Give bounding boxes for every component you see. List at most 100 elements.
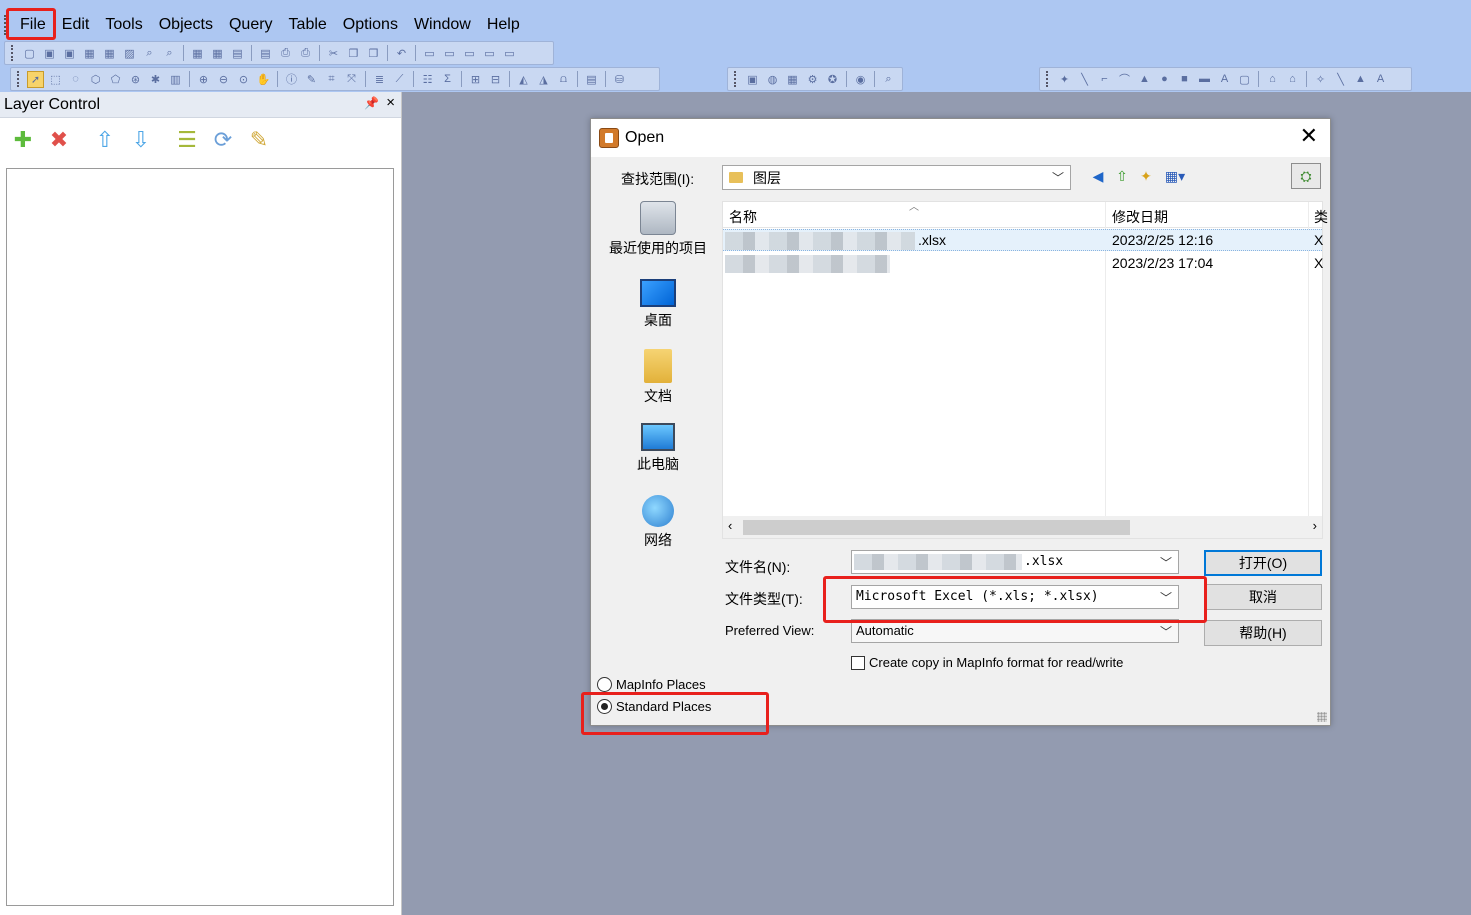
toolbar-grip[interactable]: [734, 71, 738, 87]
place-documents[interactable]: 文档: [599, 349, 717, 406]
file-row[interactable]: .xlsx 2023/2/25 12:16 X: [723, 229, 1323, 251]
rectangle-tool-icon[interactable]: ■: [1176, 71, 1193, 88]
column-name[interactable]: 名称: [729, 207, 757, 227]
add-layer-icon[interactable]: ✚: [8, 125, 38, 155]
cross-section-icon[interactable]: ⩍: [555, 71, 572, 88]
text-tool-icon[interactable]: A: [1216, 71, 1233, 88]
tool-manager-icon[interactable]: ▣: [744, 71, 761, 88]
tool-settings-icon[interactable]: ✪: [824, 71, 841, 88]
copy-icon[interactable]: ❐: [345, 45, 362, 62]
scroll-right-icon[interactable]: ›: [1313, 518, 1317, 533]
add-node-icon[interactable]: ⌂: [1284, 71, 1301, 88]
ellipse-tool-icon[interactable]: ●: [1156, 71, 1173, 88]
hotlink-icon[interactable]: ⌗: [323, 71, 340, 88]
layer-list[interactable]: [6, 168, 394, 906]
new-graph-icon[interactable]: ▭: [461, 45, 478, 62]
polygon-select-icon[interactable]: ⬡: [87, 71, 104, 88]
universal-translator-icon[interactable]: ◍: [764, 71, 781, 88]
view-menu-icon[interactable]: ▦▾: [1161, 167, 1189, 185]
new-mapper-icon[interactable]: ▭: [441, 45, 458, 62]
polyline-tool-icon[interactable]: ⌐: [1096, 71, 1113, 88]
menu-table[interactable]: Table: [281, 11, 335, 39]
change-view-icon[interactable]: ⊙: [235, 71, 252, 88]
show-legend-icon[interactable]: ☷: [419, 71, 436, 88]
reorder-icon[interactable]: ⟳: [208, 125, 238, 155]
menu-tools[interactable]: Tools: [97, 11, 150, 39]
create-copy-checkbox[interactable]: [851, 655, 865, 670]
back-icon[interactable]: ◀: [1089, 167, 1107, 185]
zoom-out-icon[interactable]: ⊖: [215, 71, 232, 88]
open-icon[interactable]: ▣: [41, 45, 58, 62]
menu-help[interactable]: Help: [479, 11, 528, 39]
file-row[interactable]: 2023/2/23 17:04 X: [723, 253, 1323, 275]
new-browser-icon[interactable]: ▭: [421, 45, 438, 62]
move-down-icon[interactable]: ⇩: [126, 125, 156, 155]
paste-icon[interactable]: ❐: [365, 45, 382, 62]
graph-select-icon[interactable]: ▥: [167, 71, 184, 88]
pin-icon[interactable]: 📌: [364, 96, 379, 110]
find-icon[interactable]: ⌕: [141, 45, 158, 62]
run-tool-icon[interactable]: ▦: [784, 71, 801, 88]
menu-query[interactable]: Query: [221, 11, 281, 39]
place-this-pc[interactable]: 此电脑: [599, 423, 717, 474]
scroll-left-icon[interactable]: ‹: [728, 518, 732, 533]
cut-icon[interactable]: ✂: [325, 45, 342, 62]
menu-objects[interactable]: Objects: [151, 11, 221, 39]
close-table-icon[interactable]: ▨: [121, 45, 138, 62]
arc-tool-icon[interactable]: ⌒: [1116, 71, 1133, 88]
statistics-icon[interactable]: Σ: [439, 71, 456, 88]
cancel-button[interactable]: 取消: [1204, 584, 1322, 610]
save-icon[interactable]: ▦: [189, 45, 206, 62]
create-copy-option[interactable]: Create copy in MapInfo format for read/w…: [851, 655, 1123, 670]
file-list[interactable]: ︿ 名称 修改日期 类 .xlsx 2023/2/25 12:16 X 2023…: [722, 201, 1328, 539]
new-folder-icon[interactable]: ✦: [1137, 167, 1155, 185]
radius-select-icon[interactable]: ◌: [67, 71, 84, 88]
drag-map-icon[interactable]: ⤧: [343, 71, 360, 88]
place-network[interactable]: 网络: [599, 495, 717, 550]
invert-selection-icon[interactable]: ⊛: [127, 71, 144, 88]
toolbar-grip[interactable]: [11, 45, 15, 61]
table-info-icon[interactable]: ▤: [583, 71, 600, 88]
symbol-style-icon[interactable]: ✧: [1312, 71, 1329, 88]
open-workspace-icon[interactable]: ▣: [61, 45, 78, 62]
close-icon[interactable]: ×: [386, 94, 395, 111]
menu-window[interactable]: Window: [406, 11, 479, 39]
label-tool-icon[interactable]: ✎: [303, 71, 320, 88]
close-icon[interactable]: ✕: [1300, 125, 1318, 147]
tool-gear-icon[interactable]: ⚙: [804, 71, 821, 88]
grabber-icon[interactable]: ✋: [255, 71, 272, 88]
rounded-rect-tool-icon[interactable]: ▬: [1196, 71, 1213, 88]
toolbar-grip[interactable]: [17, 71, 21, 87]
toolbar-grip[interactable]: [1046, 71, 1050, 87]
horizontal-scrollbar[interactable]: ‹ ›: [723, 516, 1322, 538]
resize-grip[interactable]: [1317, 712, 1327, 722]
save-copy-icon[interactable]: ▦: [209, 45, 226, 62]
scroll-thumb[interactable]: [743, 520, 1130, 535]
set-clip-icon[interactable]: ◮: [535, 71, 552, 88]
select-arrow-icon[interactable]: ➚: [27, 70, 44, 88]
line-tool-icon[interactable]: ╲: [1076, 71, 1093, 88]
print-preview-icon[interactable]: ▤: [257, 45, 274, 62]
place-desktop[interactable]: 桌面: [599, 279, 717, 330]
move-up-icon[interactable]: ⇧: [90, 125, 120, 155]
remove-layer-icon[interactable]: ✖: [44, 125, 74, 155]
find-selection-icon[interactable]: ⌕: [161, 45, 178, 62]
layer-control-icon[interactable]: ≣: [371, 71, 388, 88]
up-folder-icon[interactable]: ⇧: [1113, 167, 1131, 185]
layer-properties-icon[interactable]: ☰: [172, 125, 202, 155]
marquee-select-icon[interactable]: ⬚: [47, 71, 64, 88]
polygon-tool-icon[interactable]: ▲: [1136, 71, 1153, 88]
new-icon[interactable]: ▢: [21, 45, 38, 62]
boundary-select-icon[interactable]: ⬠: [107, 71, 124, 88]
print-window-icon[interactable]: ⎙: [297, 45, 314, 62]
undo-icon[interactable]: ↶: [393, 45, 410, 62]
search-map-icon[interactable]: ⌕: [880, 71, 897, 88]
symbol-tool-icon[interactable]: ✦: [1056, 71, 1073, 88]
ruler-icon[interactable]: ⟋: [391, 71, 408, 88]
save-as-icon[interactable]: ▦: [101, 45, 118, 62]
print-icon[interactable]: ⎙: [277, 45, 294, 62]
column-date[interactable]: 修改日期: [1112, 207, 1168, 227]
geocode-icon[interactable]: ◉: [852, 71, 869, 88]
assign-selected-icon[interactable]: ⊟: [487, 71, 504, 88]
open-button[interactable]: 打开(O): [1204, 550, 1322, 576]
